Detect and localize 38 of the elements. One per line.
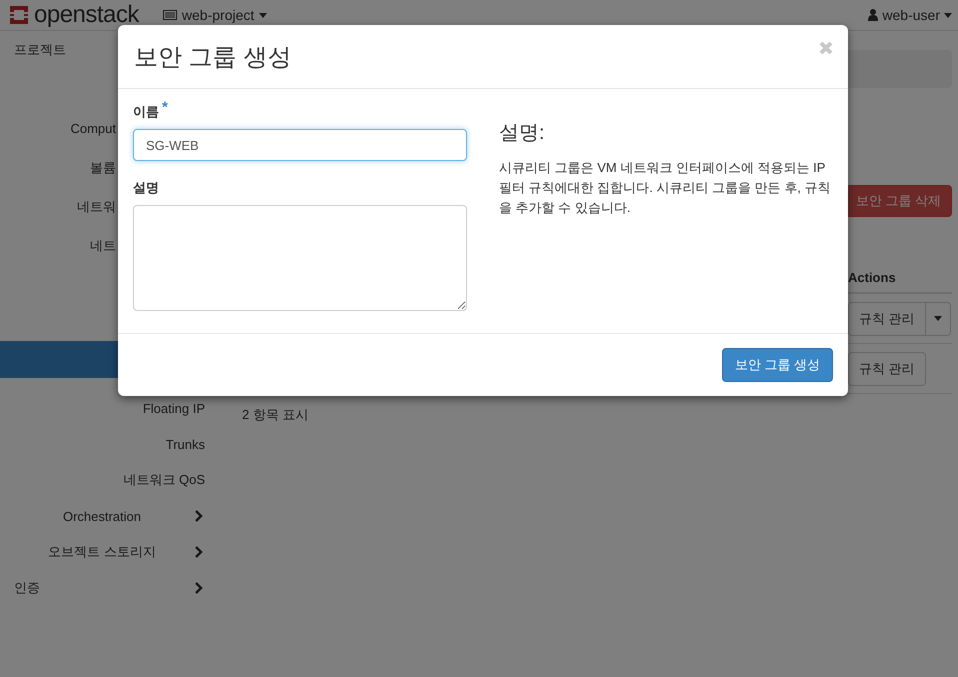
sidebar-item[interactable]: Trunks	[166, 436, 205, 452]
chevron-icon	[194, 510, 204, 522]
sidebar-item[interactable]: 네트워크 QoS	[123, 471, 205, 489]
item-count: 2 항목 표시	[242, 407, 308, 422]
sidebar-item[interactable]: Orchestration	[0, 508, 194, 524]
sidebar-item[interactable]: 인증	[14, 579, 194, 597]
sidebar-item[interactable]: Floating IP	[142, 400, 205, 416]
user-menu[interactable]: web-user	[868, 7, 952, 23]
caret-icon	[934, 316, 942, 321]
dialog-title: 보안 그룹 생성	[134, 42, 292, 72]
column-header: Actions	[848, 270, 897, 285]
close-icon[interactable]	[819, 40, 833, 54]
caret-icon	[259, 12, 268, 18]
field-label: 설명	[133, 179, 159, 197]
manage-rules-button[interactable]: 규칙 관리	[848, 302, 926, 336]
project-menu[interactable]: web-project	[162, 7, 268, 23]
sidebar-item[interactable]: Comput	[70, 121, 116, 136]
user-icon	[868, 9, 878, 21]
sidebar-item[interactable]: 네트	[90, 236, 116, 254]
manage-rules-button[interactable]: 규칙 관리	[848, 352, 926, 386]
field-label: 이름	[133, 103, 159, 121]
create-button[interactable]: 보안 그룹 생성	[722, 348, 833, 382]
caret-icon	[944, 12, 952, 18]
sidebar-heading[interactable]: 프로젝트	[14, 41, 66, 59]
required-mark: *	[162, 103, 168, 118]
description-field[interactable]	[133, 205, 467, 311]
dropdown-toggle[interactable]	[926, 302, 951, 336]
help-title: 설명:	[499, 121, 546, 146]
logo-icon	[8, 4, 30, 26]
project-icon	[162, 10, 177, 20]
chevron-icon	[194, 546, 204, 558]
chevron-icon	[194, 582, 204, 594]
sidebar-item[interactable]: 오브젝트 스토리지	[0, 543, 194, 561]
logo-text: openstack	[34, 1, 139, 29]
sidebar-item[interactable]: 네트워	[77, 198, 116, 216]
name-field[interactable]: SG-WEB	[133, 129, 467, 161]
help-text: 시큐리티 그룹은 VM 네트워크 인터페이스에 적용되는 IP 필터 규칙에대한 집합니다. 시큐리티 그룹을 만든 후, 규칙을 추가할 수 있습니다.	[499, 159, 832, 217]
sidebar-item[interactable]: 볼륨	[90, 158, 116, 176]
